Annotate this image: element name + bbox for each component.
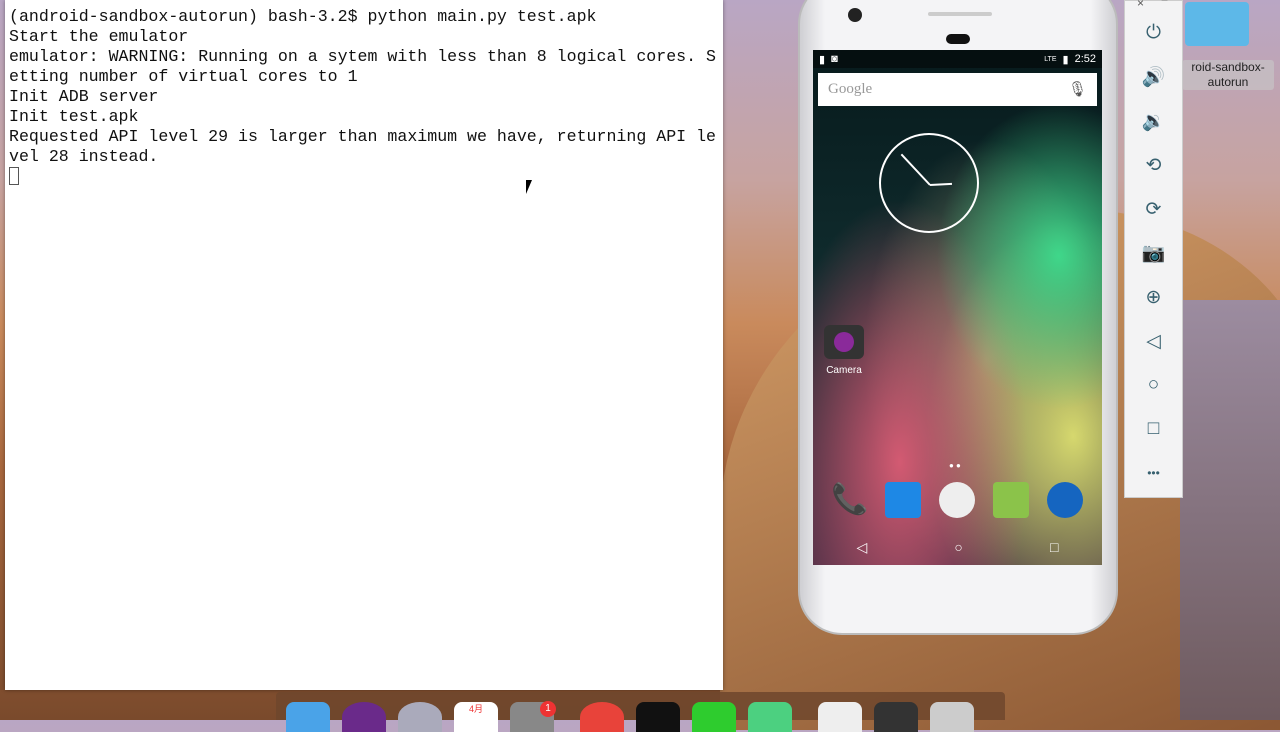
calendar-icon[interactable]: 4月 xyxy=(454,702,498,732)
nav-recents-button[interactable]: □ xyxy=(1050,539,1058,555)
screenshot-button[interactable]: 📷 xyxy=(1125,231,1182,275)
power-button[interactable]: ⏻ xyxy=(1125,11,1182,55)
chrome-icon[interactable] xyxy=(580,702,624,732)
emulator-screen[interactable]: ▮ ◙ LTE ▮ 2:52 Google 🎙 Camera ● ● 📞 ◁ ○… xyxy=(813,50,1102,565)
back-button[interactable]: ◁ xyxy=(1125,319,1182,363)
notification-badge: 1 xyxy=(540,701,556,717)
analog-clock-widget[interactable] xyxy=(879,133,979,233)
finder-icon[interactable] xyxy=(286,702,330,732)
minute-hand xyxy=(900,153,931,186)
speaker-grille xyxy=(928,12,992,16)
microphone-icon[interactable]: 🎙 xyxy=(1068,80,1087,99)
terminal-cursor xyxy=(9,167,19,185)
status-bar: ▮ ◙ LTE ▮ 2:52 xyxy=(813,50,1102,68)
zoom-icon: ⊕ xyxy=(1145,286,1162,308)
front-camera-icon xyxy=(848,8,862,22)
camera-app[interactable]: Camera xyxy=(821,325,867,376)
screenshot-icon: 📷 xyxy=(1141,243,1166,264)
desktop-wallpaper-mountain xyxy=(1180,300,1280,720)
folder-icon[interactable] xyxy=(1185,2,1249,46)
close-button[interactable]: × xyxy=(1137,0,1144,10)
google-search-bar[interactable]: Google 🎙 xyxy=(818,73,1097,106)
messaging-app-icon[interactable] xyxy=(993,482,1029,518)
emulator-toolbar: × ⏻ 🔊 🔉 ⟲ ⟳ 📷 ⊕ ◁ ○ □ ••• − xyxy=(1124,0,1183,498)
volume-down-button[interactable]: 🔉 xyxy=(1125,99,1182,143)
contacts-app-icon[interactable] xyxy=(885,482,921,518)
rotate-left-icon: ⟲ xyxy=(1145,154,1162,176)
browser-app-icon[interactable] xyxy=(1047,482,1083,518)
nav-back-button[interactable]: ◁ xyxy=(857,539,868,556)
overview-button[interactable]: □ xyxy=(1125,407,1182,451)
earpiece xyxy=(946,34,970,44)
line-icon[interactable] xyxy=(692,702,736,732)
terminal-window[interactable]: (android-sandbox-autorun) bash-3.2$ pyth… xyxy=(5,0,723,690)
app-drawer-icon[interactable] xyxy=(939,482,975,518)
overview-icon: □ xyxy=(1147,418,1160,439)
hour-hand xyxy=(929,182,953,186)
phone-app-icon[interactable]: 📞 xyxy=(831,482,868,518)
trash-icon[interactable] xyxy=(930,702,974,732)
volume-down-icon: 🔉 xyxy=(1141,111,1166,132)
home-icon: ○ xyxy=(1147,374,1160,395)
nav-home-button[interactable]: ○ xyxy=(954,539,962,555)
more-button[interactable]: ••• xyxy=(1125,451,1182,495)
battery-icon: ▮ xyxy=(1062,53,1069,66)
window-thumbnail-icon[interactable] xyxy=(874,702,918,732)
volume-up-button[interactable]: 🔊 xyxy=(1125,55,1182,99)
rotate-right-icon: ⟳ xyxy=(1145,198,1162,220)
sd-card-icon: ▮ xyxy=(819,53,826,66)
rotate-right-button[interactable]: ⟳ xyxy=(1125,187,1182,231)
mouse-pointer-icon xyxy=(526,180,532,194)
minimize-button[interactable]: − xyxy=(1161,0,1168,7)
zoom-button[interactable]: ⊕ xyxy=(1125,275,1182,319)
power-icon: ⏻ xyxy=(1145,22,1162,43)
back-icon: ◁ xyxy=(1146,330,1161,352)
network-label: LTE xyxy=(1044,55,1057,63)
macos-dock: 4月 xyxy=(276,692,1005,732)
siri-icon[interactable] xyxy=(342,702,386,732)
document-icon[interactable] xyxy=(818,702,862,732)
page-indicator: ● ● xyxy=(949,461,961,470)
camera-app-icon xyxy=(824,325,864,359)
terminal-icon[interactable] xyxy=(636,702,680,732)
home-button[interactable]: ○ xyxy=(1125,363,1182,407)
rotate-left-button[interactable]: ⟲ xyxy=(1125,143,1182,187)
launchpad-icon[interactable] xyxy=(398,702,442,732)
folder-label[interactable]: roid-sandbox-autorun xyxy=(1182,60,1274,90)
app-icon[interactable] xyxy=(748,702,792,732)
terminal-output: (android-sandbox-autorun) bash-3.2$ pyth… xyxy=(5,0,723,187)
navigation-bar: ◁ ○ □ xyxy=(813,529,1102,565)
android-icon: ◙ xyxy=(831,53,838,65)
more-icon: ••• xyxy=(1147,466,1160,480)
volume-up-icon: 🔊 xyxy=(1141,67,1166,88)
status-time: 2:52 xyxy=(1074,53,1096,65)
